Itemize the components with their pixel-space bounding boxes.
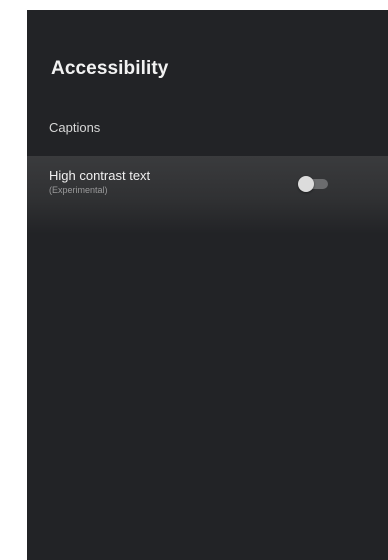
captions-label: Captions: [49, 120, 101, 135]
menu-item-high-contrast-text[interactable]: High contrast text (Experimental): [27, 156, 388, 234]
high-contrast-text-toggle[interactable]: [298, 176, 330, 192]
high-contrast-text-label: High contrast text: [49, 168, 151, 183]
experimental-sublabel: (Experimental): [49, 185, 108, 195]
accessibility-panel: Accessibility Captions High contrast tex…: [27, 10, 388, 560]
toggle-thumb: [298, 176, 314, 192]
page-title: Accessibility: [51, 58, 169, 79]
menu-item-captions[interactable]: Captions: [27, 110, 388, 154]
